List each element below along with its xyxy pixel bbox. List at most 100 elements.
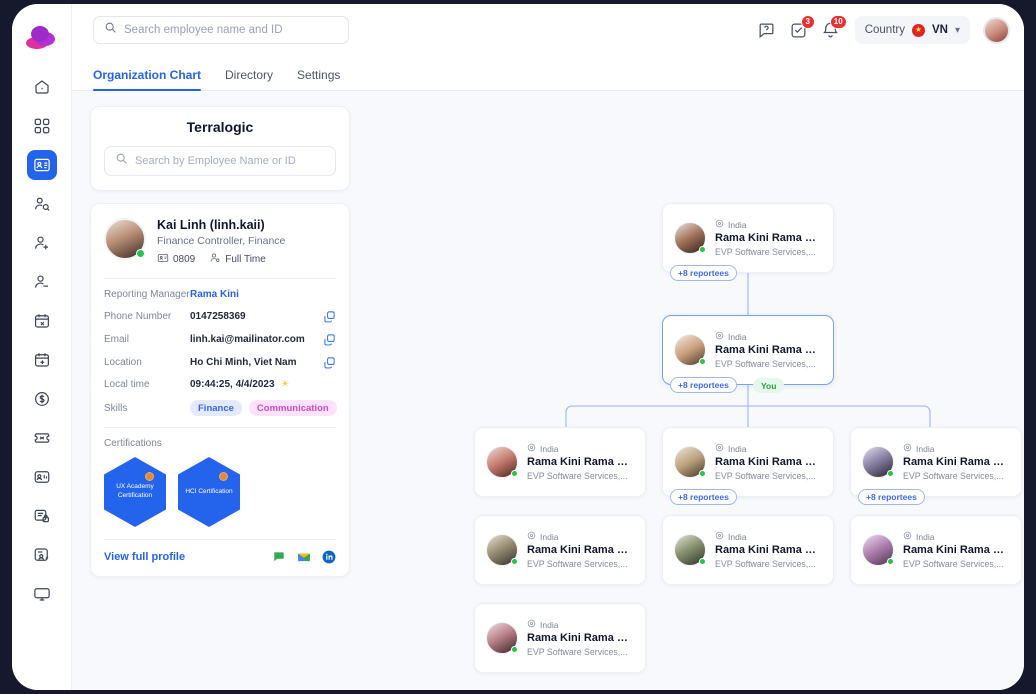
field-label: Email [104,334,130,345]
org-node-avatar-wrap [486,622,518,654]
gmail-icon[interactable] [297,550,311,564]
search-icon [115,152,128,170]
field-label: Local time [104,379,150,390]
view-full-profile-link[interactable]: View full profile [104,551,185,563]
tab-organization-chart[interactable]: Organization Chart [93,68,202,91]
user-avatar[interactable] [983,16,1010,44]
sidebar-item-assets[interactable] [27,579,57,609]
location-text: India [540,619,559,630]
org-node-c2[interactable]: India Rama Kini Rama Kini EVP Software S… [662,427,834,505]
location-pin-icon [715,331,724,342]
online-status-dot [510,645,518,653]
field-email: Email linh.kai@mailinator.com [104,333,336,346]
skill-chip[interactable]: Finance [190,400,242,416]
employee-profile-card: Kai Linh (linh.kaii) Finance Controller,… [90,203,350,577]
copy-icon[interactable] [323,333,336,346]
copy-icon[interactable] [323,310,336,323]
org-node-c1[interactable]: India Rama Kini Rama Kini EVP Software S… [474,427,646,497]
skill-chip[interactable]: Communication [248,400,337,416]
tab-directory[interactable]: Directory [225,68,273,90]
org-node-name: Rama Kini Rama Kini [527,544,634,556]
online-status-dot [510,557,518,565]
global-search-input[interactable] [124,24,338,36]
help-chat-icon[interactable] [757,21,776,40]
reportees-badge[interactable]: +8 reportees [670,489,737,505]
reportees-badge[interactable]: +8 reportees [670,377,737,393]
online-status-dot [886,557,894,565]
bell-icon[interactable]: 10 [821,14,847,40]
country-label: Country [864,24,905,36]
employee-id-item: 0809 [157,252,195,267]
org-node-title: EVP Software Services,... [715,471,816,481]
org-node-avatar-wrap [862,534,894,566]
org-node-body: India Rama Kini Rama Kini EVP Software S… [527,443,634,482]
sidebar-item-employee-directory[interactable] [26,150,57,180]
org-node-c4[interactable]: India Rama Kini Rama Kini EVP Software S… [474,515,646,585]
reportees-badge[interactable]: +8 reportees [670,265,737,281]
sidebar-item-add-user[interactable] [27,228,57,258]
sidebar-item-payroll[interactable] [27,384,57,414]
org-node-c3[interactable]: India Rama Kini Rama Kini EVP Software S… [850,427,1022,505]
org-node-avatar-wrap [862,446,894,478]
profile-name: Kai Linh (linh.kaii) [157,218,265,232]
company-card: Terralogic [90,106,350,191]
org-node-body: India Rama Kini Rama Kini EVP Software S… [715,443,822,482]
chat-flag-icon[interactable] [272,550,286,564]
employee-search[interactable] [104,146,336,176]
copy-icon[interactable] [323,356,336,369]
certification-badge[interactable]: HCI Certification [178,457,240,527]
org-node-self[interactable]: India Rama Kini Rama Kini EVP Software S… [662,315,834,393]
certification-seal-icon [219,472,228,481]
org-node-body: India Rama Kini Rama Kini EVP Software S… [715,331,822,370]
sidebar-item-add-calendar[interactable] [27,345,57,375]
reportees-badge[interactable]: +8 reportees [858,489,925,505]
org-node-location: India [715,219,822,230]
location-pin-icon [527,619,536,630]
employee-search-input[interactable] [135,155,325,167]
sidebar-item-user-search[interactable] [27,189,57,219]
org-node-root[interactable]: India Rama Kini Rama Kini EVP Software S… [662,203,834,281]
country-selector[interactable]: Country ★ VN ▾ [854,16,970,44]
app-window: 3 10 Country ★ VN ▾ Organization Chart D… [12,4,1024,690]
sidebar-item-documents-user[interactable] [27,540,57,570]
org-node-body: India Rama Kini Rama Kini EVP Software S… [903,531,1010,570]
brand-logo [24,18,60,54]
divider [104,539,336,540]
tasks-icon[interactable]: 3 [789,14,815,40]
org-node-avatar-wrap [674,334,706,366]
org-node-location: India [527,531,634,542]
linkedin-icon[interactable] [322,550,336,564]
desktop-backdrop: 3 10 Country ★ VN ▾ Organization Chart D… [0,0,1036,694]
location-text: India [916,531,935,542]
location-text: India [916,443,935,454]
sidebar-item-home[interactable] [27,72,57,102]
left-panel: Terralogic Kai Linh (linh.kaii) [90,106,350,577]
profile-footer: View full profile [104,550,336,564]
org-node-title: EVP Software Services,... [903,559,1004,569]
id-card-icon [157,252,169,267]
reporting-manager-link[interactable]: Rama Kini [190,289,336,300]
org-node-location: India [715,331,822,342]
org-node-c5[interactable]: India Rama Kini Rama Kini EVP Software S… [662,515,834,585]
location-text: India [728,331,747,342]
employee-id-value: 0809 [173,254,196,265]
certification-badge[interactable]: UX Academy Certification [104,457,166,527]
main-content: Terralogic Kai Linh (linh.kaii) [72,91,1024,690]
sidebar-item-benefits[interactable] [27,423,57,453]
field-skills: Skills Finance Communication [104,400,337,416]
org-node-avatar-wrap [674,534,706,566]
sidebar-item-performance[interactable] [27,462,57,492]
left-icon-rail [12,4,72,690]
org-node-location: India [903,531,1010,542]
sidebar-item-leave-calendar[interactable] [27,306,57,336]
sidebar-item-apps[interactable] [27,111,57,141]
sidebar-item-remove-user[interactable] [27,267,57,297]
org-node-c7[interactable]: India Rama Kini Rama Kini EVP Software S… [474,603,646,673]
sidebar-item-documents-lock[interactable] [27,501,57,531]
field-label: Skills [104,402,128,414]
org-node-c6[interactable]: India Rama Kini Rama Kini EVP Software S… [850,515,1022,585]
bell-badge: 10 [829,14,847,29]
tab-settings[interactable]: Settings [297,68,340,90]
location-pin-icon [715,531,724,542]
global-search[interactable] [93,16,349,44]
